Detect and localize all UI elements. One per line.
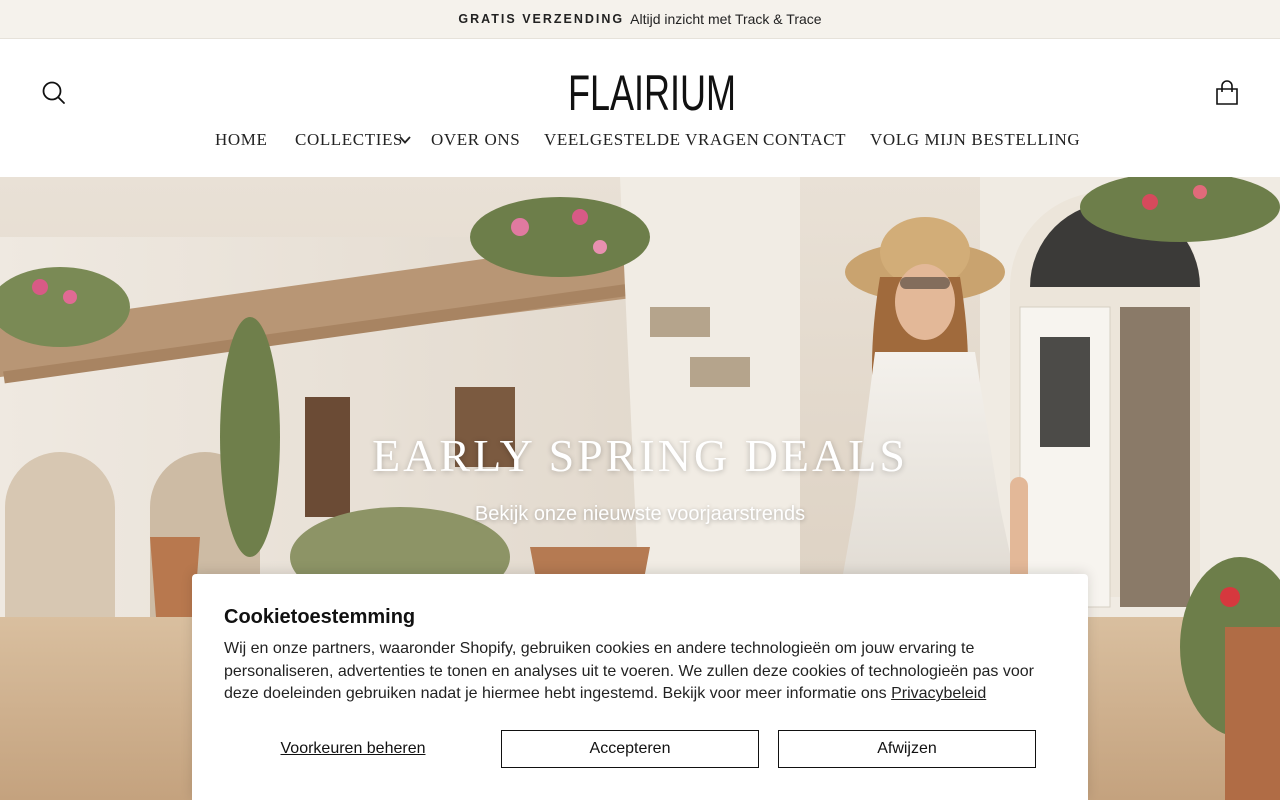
- logo[interactable]: FLAIRIUM: [568, 66, 736, 120]
- decline-button[interactable]: Afwijzen: [778, 730, 1036, 768]
- site-header: FLAIRIUM HOME COLLECTIES OVER ONS VEELGE…: [0, 39, 1280, 177]
- nav-item-faq[interactable]: VEELGESTELDE VRAGEN: [544, 127, 760, 153]
- announcement-highlight: GRATIS VERZENDING: [458, 12, 625, 26]
- announcement-text: Altijd inzicht met Track & Trace: [630, 11, 822, 27]
- search-icon[interactable]: [40, 79, 68, 107]
- manage-preferences-button[interactable]: Voorkeuren beheren: [224, 730, 482, 768]
- privacy-policy-link[interactable]: Privacybeleid: [891, 685, 986, 702]
- nav-item-collecties-label: COLLECTIES: [295, 130, 403, 149]
- shopping-bag-icon[interactable]: [1212, 78, 1242, 108]
- hero-title: EARLY SPRING DEALS: [372, 430, 908, 481]
- nav-item-track-order[interactable]: VOLG MIJN BESTELLING: [870, 127, 1080, 153]
- cookie-consent-banner: Cookietoestemming Wij en onze partners, …: [192, 574, 1088, 800]
- nav-item-home[interactable]: HOME: [215, 127, 267, 153]
- nav-item-contact[interactable]: CONTACT: [763, 127, 846, 153]
- main-nav: HOME COLLECTIES OVER ONS VEELGESTELDE VR…: [0, 127, 1280, 153]
- chevron-down-icon: [399, 136, 411, 144]
- announcement-bar: GRATIS VERZENDING Altijd inzicht met Tra…: [0, 0, 1280, 39]
- nav-item-collecties[interactable]: COLLECTIES: [295, 127, 415, 153]
- hero-subtitle: Bekijk onze nieuwste voorjaarstrends: [474, 503, 806, 525]
- accept-button[interactable]: Accepteren: [501, 730, 759, 768]
- cookie-title: Cookietoestemming: [224, 606, 416, 628]
- nav-item-over-ons[interactable]: OVER ONS: [431, 127, 520, 153]
- cookie-text: Wij en onze partners, waaronder Shopify,…: [224, 638, 1064, 706]
